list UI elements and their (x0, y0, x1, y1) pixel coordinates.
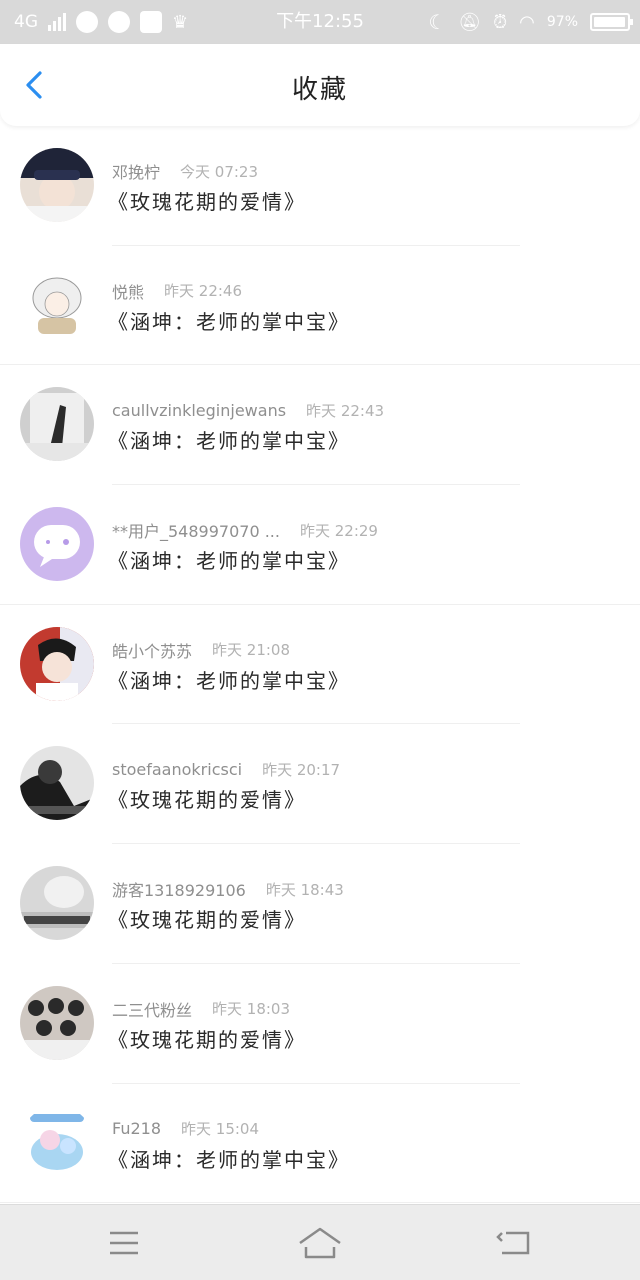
avatar[interactable] (20, 626, 94, 701)
timestamp: 今天 07:23 (180, 162, 259, 181)
timestamp: 昨天 20:17 (262, 760, 341, 779)
avatar[interactable] (20, 866, 94, 941)
header: 收藏 (0, 44, 640, 126)
username: 皓小个苏苏 (112, 641, 193, 661)
username: stoefaanokricsci (112, 759, 243, 779)
moon-icon: ☾ (428, 10, 447, 34)
home-icon (299, 1227, 341, 1259)
battery-icon (590, 13, 633, 31)
book-title: 《涵坤：老师的掌中宝》 (108, 549, 350, 574)
timestamp: 昨天 15:04 (181, 1120, 260, 1138)
avatar[interactable] (20, 985, 94, 1060)
avatar[interactable] (20, 507, 94, 582)
avatar[interactable] (20, 267, 94, 342)
timestamp: 昨天 22:46 (164, 282, 243, 301)
username: 悦熊 (112, 282, 145, 302)
back-nav-button[interactable] (494, 1223, 538, 1263)
username: 二三代粉丝 (112, 1000, 193, 1020)
list-item[interactable]: 邓挽柠 今天 07:23 《玫瑰花期的爱情》 (0, 126, 640, 246)
menu-icon (110, 1231, 138, 1255)
navigation-bar (0, 1204, 640, 1280)
book-title: 《涵坤：老师的掌中宝》 (108, 1147, 350, 1172)
username: caullvzinkleginjewans (112, 400, 287, 420)
timestamp: 昨天 22:29 (299, 521, 378, 540)
list-item[interactable]: 悦熊 昨天 22:46 《涵坤：老师的掌中宝》 (0, 246, 640, 366)
back-arrow-icon (496, 1231, 530, 1255)
username: 邓挽柠 (112, 163, 161, 182)
avatar[interactable] (20, 746, 94, 821)
list-item[interactable]: 皓小个苏苏 昨天 21:08 《涵坤：老师的掌中宝》 (0, 605, 640, 725)
alarm-icon: ⏰︎ (493, 11, 508, 33)
timestamp: 昨天 21:08 (212, 641, 291, 660)
wifi-icon: ◠ (519, 11, 535, 33)
book-title: 《涵坤：老师的掌中宝》 (108, 668, 350, 693)
book-title: 《涵坤：老师的掌中宝》 (108, 309, 350, 334)
book-title: 《玫瑰花期的爱情》 (108, 1027, 306, 1052)
page-title: 收藏 (291, 75, 348, 105)
book-title: 《玫瑰花期的爱情》 (108, 190, 306, 214)
list-item[interactable]: stoefaanokricsci 昨天 20:17 《玫瑰花期的爱情》 (0, 724, 640, 845)
book-title: 《玫瑰花期的爱情》 (108, 908, 306, 933)
list-item[interactable]: **用户_548997070 ... 昨天 22:29 《涵坤：老师的掌中宝》 (0, 485, 640, 605)
book-title: 《玫瑰花期的爱情》 (108, 788, 306, 813)
status-bar: 4G ♛ 下午12:55 ☾ 🔕︎ ⏰︎ ◠ 97% (0, 0, 640, 44)
home-button[interactable] (296, 1223, 344, 1263)
timestamp: 昨天 22:43 (306, 401, 385, 420)
menu-button[interactable] (102, 1223, 146, 1263)
username: Fu218 (112, 1119, 162, 1138)
mute-icon: 🔕︎ (458, 11, 482, 33)
list-item[interactable]: 游客1318929106 昨天 18:43 《玫瑰花期的爱情》 (0, 844, 640, 964)
username: **用户_548997070 ... (112, 522, 280, 542)
avatar[interactable] (20, 387, 94, 462)
timestamp: 昨天 18:03 (212, 1000, 291, 1019)
username: 游客1318929106 (112, 881, 246, 901)
favorites-list: 邓挽柠 今天 07:23 《玫瑰花期的爱情》 悦熊 昨天 22:46 《涵坤：老… (0, 126, 640, 1204)
list-item[interactable]: Fu218 昨天 15:04 《涵坤：老师的掌中宝》 (0, 1084, 640, 1204)
battery-percent: 97% (546, 14, 578, 30)
avatar[interactable] (20, 148, 94, 222)
list-item[interactable]: caullvzinkleginjewans 昨天 22:43 《涵坤：老师的掌中… (0, 365, 640, 486)
list-item[interactable]: 二三代粉丝 昨天 18:03 《玫瑰花期的爱情》 (0, 964, 640, 1084)
avatar[interactable] (20, 1105, 94, 1180)
timestamp: 昨天 18:43 (265, 880, 344, 899)
book-title: 《涵坤：老师的掌中宝》 (108, 429, 350, 454)
